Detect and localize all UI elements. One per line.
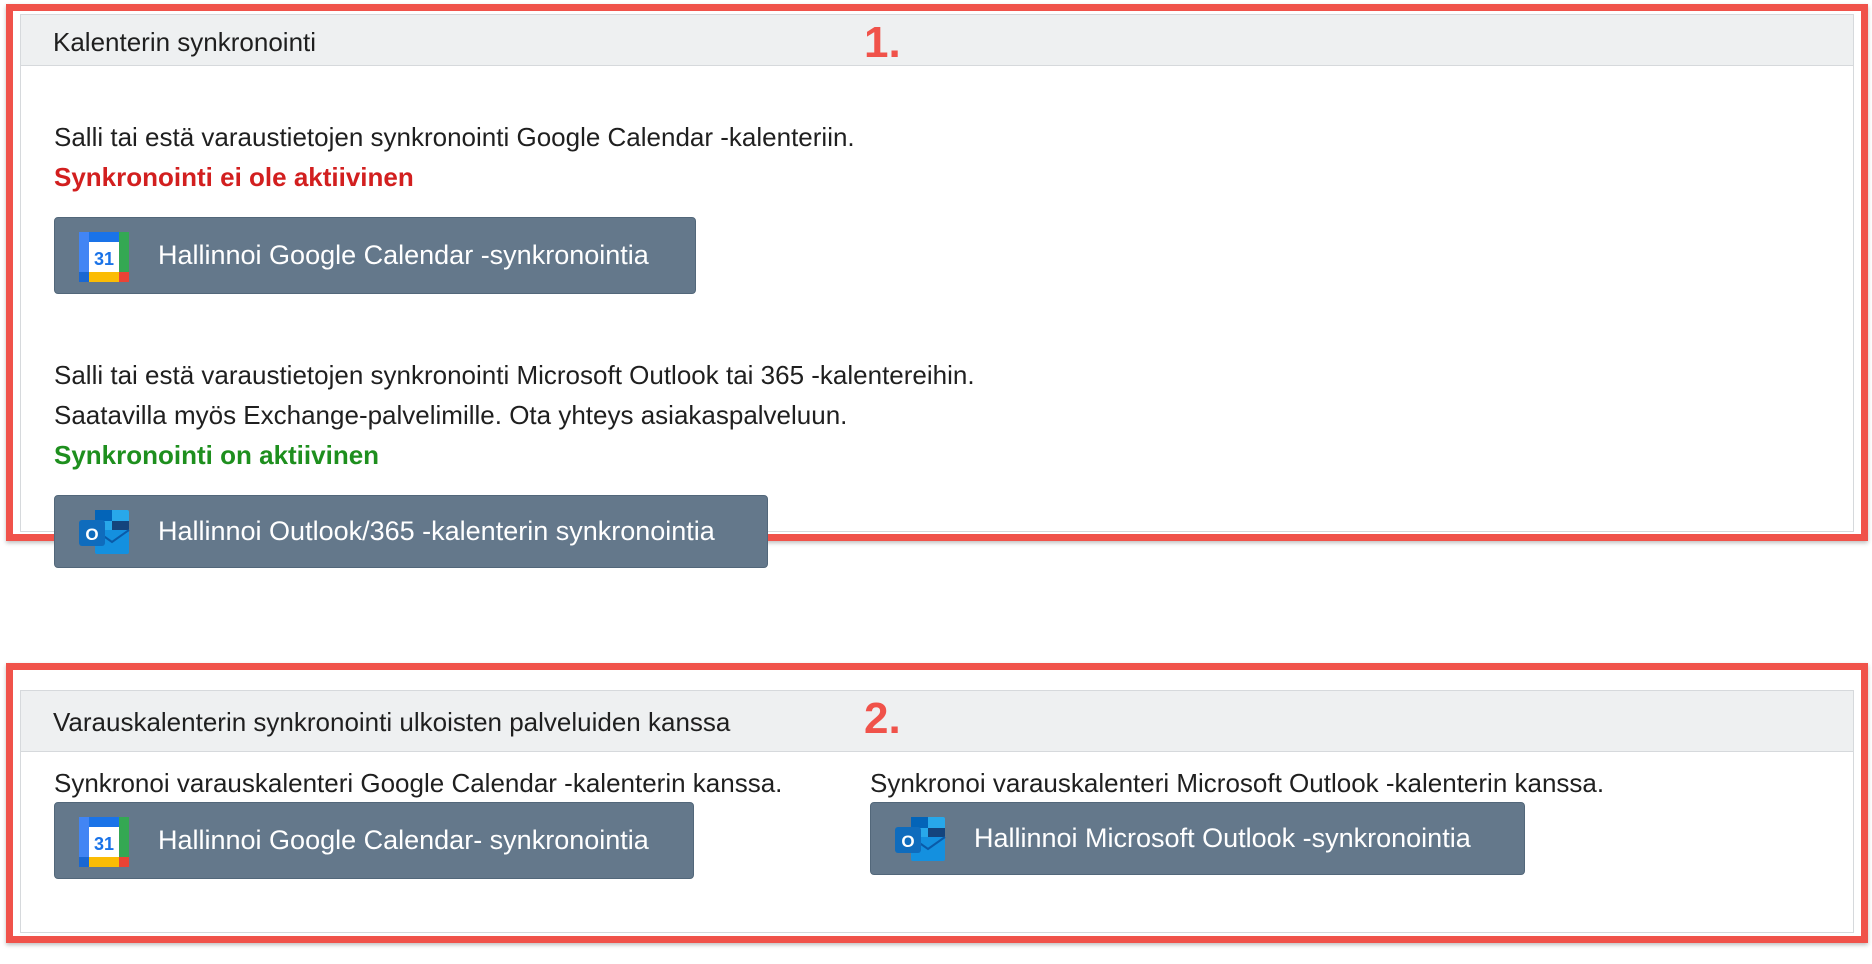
panel-title: Kalenterin synkronointi xyxy=(53,27,317,57)
outlook-sync-description-line1: Salli tai estä varaustietojen synkronoin… xyxy=(54,360,975,390)
google-sync-status: Synkronointi ei ole aktiivinen xyxy=(54,162,414,192)
google-calendar-icon: 31 xyxy=(79,817,129,872)
svg-text:31: 31 xyxy=(94,834,114,854)
step-number-2: 2. xyxy=(864,694,901,743)
booking-google-sync-description: Synkronoi varauskalenteri Google Calenda… xyxy=(54,768,783,798)
manage-google-calendar-sync-label: Hallinnoi Google Calendar -synkronointia xyxy=(158,240,649,270)
manage-microsoft-outlook-sync-button[interactable]: O Hallinnoi Microsoft Outlook -synkronoi… xyxy=(870,802,1525,875)
svg-text:31: 31 xyxy=(94,249,114,269)
svg-text:O: O xyxy=(85,525,98,544)
manage-outlook-365-sync-label: Hallinnoi Outlook/365 -kalenterin synkro… xyxy=(158,516,715,546)
google-calendar-icon: 31 xyxy=(79,232,129,287)
panel-header: Kalenterin synkronointi xyxy=(21,15,1853,66)
manage-booking-google-calendar-sync-label: Hallinnoi Google Calendar- synkronointia xyxy=(158,825,649,855)
outlook-sync-status: Synkronointi on aktiivinen xyxy=(54,440,380,470)
manage-google-calendar-sync-button[interactable]: 31 Hallinnoi Google Calendar -synkronoin… xyxy=(54,217,696,294)
panel-title: Varauskalenterin synkronointi ulkoisten … xyxy=(53,707,731,737)
panel-header: Varauskalenterin synkronointi ulkoisten … xyxy=(21,691,1853,752)
booking-outlook-sync-description: Synkronoi varauskalenteri Microsoft Outl… xyxy=(870,768,1605,798)
manage-outlook-365-sync-button[interactable]: O Hallinnoi Outlook/365 -kalenterin synk… xyxy=(54,495,768,568)
step-number-1: 1. xyxy=(864,18,901,67)
google-sync-description: Salli tai estä varaustietojen synkronoin… xyxy=(54,122,855,152)
manage-booking-google-calendar-sync-button[interactable]: 31 Hallinnoi Google Calendar- synkronoin… xyxy=(54,802,694,879)
svg-text:O: O xyxy=(901,832,914,851)
outlook-icon: O xyxy=(79,508,131,561)
manage-microsoft-outlook-sync-label: Hallinnoi Microsoft Outlook -synkronoint… xyxy=(974,823,1471,853)
outlook-sync-description-line2: Saatavilla myös Exchange-palvelimille. O… xyxy=(54,400,848,430)
outlook-icon: O xyxy=(895,815,947,868)
